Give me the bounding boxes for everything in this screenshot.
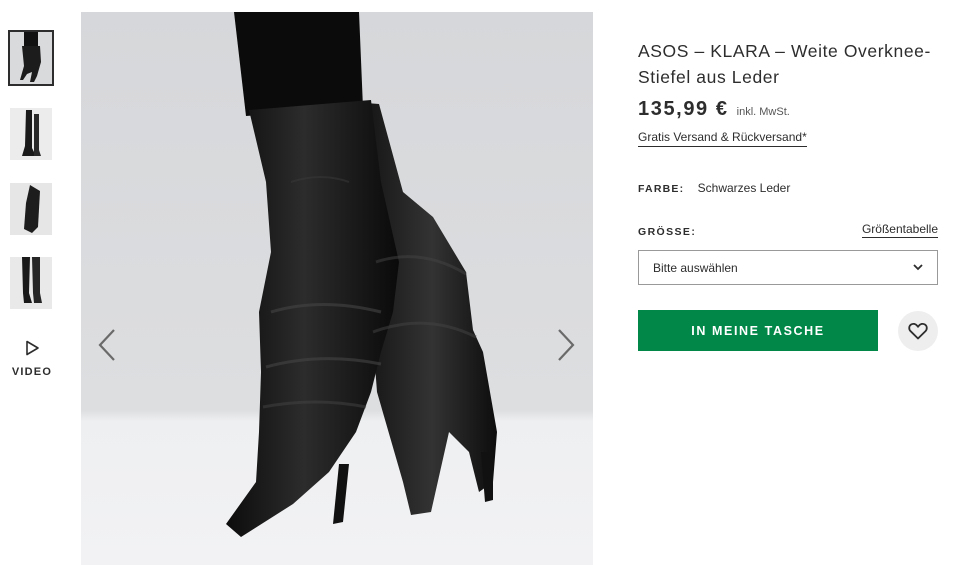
chevron-down-icon — [913, 264, 923, 271]
thumbnail-image — [10, 108, 52, 160]
product-price: 135,99 € — [638, 98, 729, 120]
thumbnail-image — [10, 32, 52, 84]
thumbnail-1[interactable] — [8, 30, 54, 86]
vat-note: inkl. MwSt. — [736, 106, 790, 118]
size-select-value: Bitte auswählen — [653, 260, 738, 275]
main-product-image — [81, 12, 593, 565]
thumbnail-4[interactable] — [10, 257, 52, 309]
play-icon — [26, 340, 39, 356]
price-row: 135,99 € inkl. MwSt. — [638, 98, 938, 121]
previous-image-button[interactable] — [94, 328, 124, 362]
size-select[interactable]: Bitte auswählen — [638, 250, 938, 285]
next-image-button[interactable] — [549, 328, 579, 362]
color-label: FARBE: — [638, 183, 685, 195]
add-to-bag-button[interactable]: IN MEINE TASCHE — [638, 310, 878, 351]
thumbnail-3[interactable] — [10, 183, 52, 235]
wishlist-button[interactable] — [898, 311, 938, 351]
chevron-right-icon — [558, 329, 575, 361]
free-shipping-link[interactable]: Gratis Versand & Rückversand* — [638, 130, 807, 147]
size-label: GRÖSSE: — [638, 226, 697, 238]
product-photo — [81, 12, 593, 565]
thumbnail-2[interactable] — [10, 108, 52, 160]
thumbnail-image — [10, 257, 52, 309]
thumbnail-image — [10, 183, 52, 235]
product-info: ASOS – KLARA – Weite Overknee-Stiefel au… — [638, 38, 938, 147]
chevron-left-icon — [98, 329, 115, 361]
color-row: FARBE: Schwarzes Leder — [638, 181, 790, 195]
video-button[interactable]: VIDEO — [10, 340, 54, 378]
heart-icon — [908, 322, 928, 340]
color-value: Schwarzes Leder — [697, 181, 791, 195]
product-title: ASOS – KLARA – Weite Overknee-Stiefel au… — [638, 41, 931, 87]
size-guide-link[interactable]: Größentabelle — [861, 222, 938, 238]
video-label: VIDEO — [11, 366, 53, 378]
